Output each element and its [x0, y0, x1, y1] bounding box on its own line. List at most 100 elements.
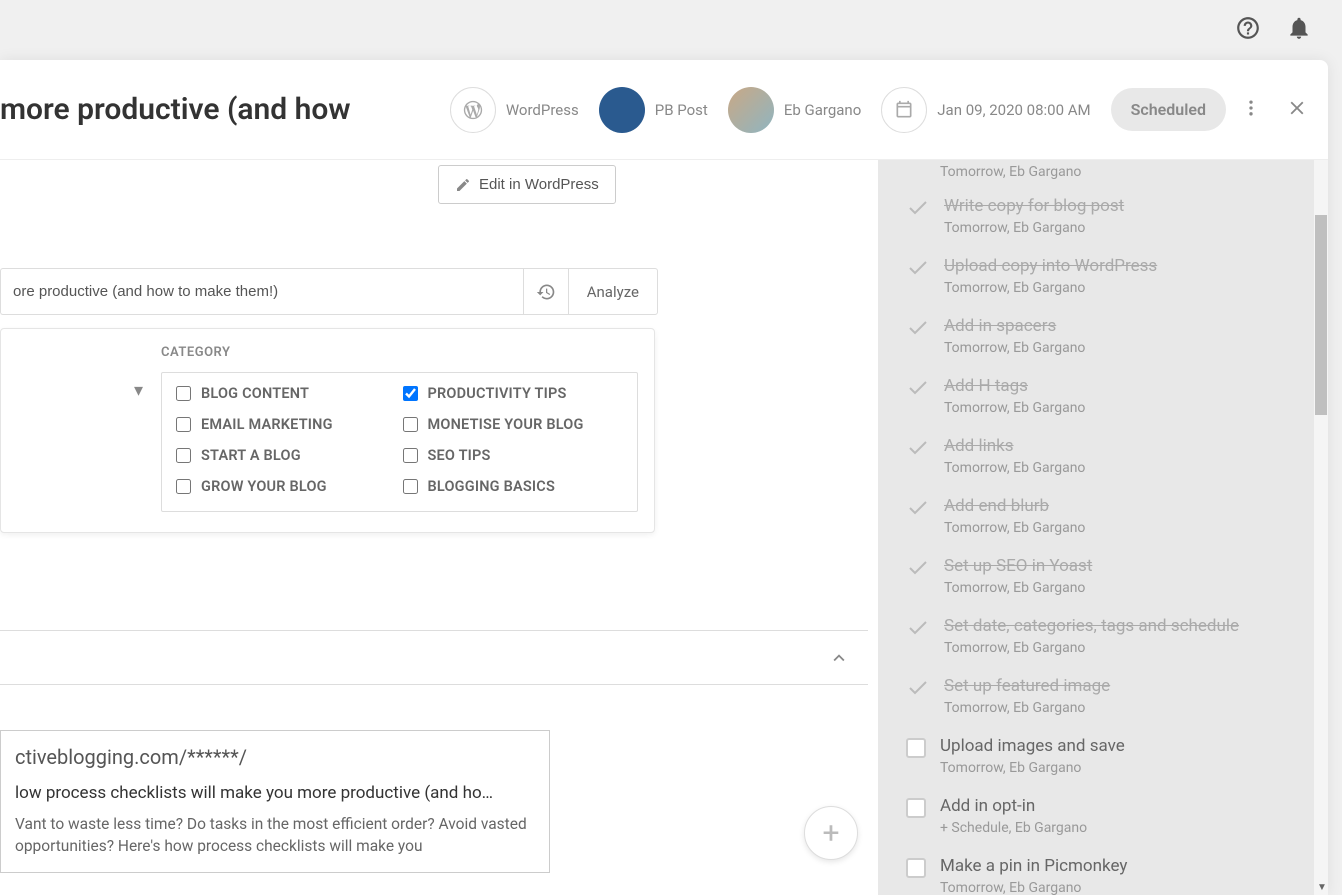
scrollbar-thumb[interactable]	[1315, 215, 1327, 415]
task-meta: Tomorrow, Eb Gargano	[944, 400, 1294, 416]
scroll-down-arrow-icon[interactable]: ▼	[1317, 882, 1327, 893]
task-title: Add links	[944, 436, 1294, 456]
checkmark-icon[interactable]	[906, 376, 930, 400]
task-row[interactable]: Make a pin in Picmonkey Tomorrow, Eb Garg…	[906, 856, 1294, 895]
task-meta: Tomorrow, Eb Gargano	[944, 640, 1294, 656]
analyze-button[interactable]: Analyze	[568, 268, 658, 315]
author-chip[interactable]: Eb Gargano	[728, 87, 861, 133]
category-label: EMAIL MARKETING	[201, 416, 333, 433]
title-input-row: Analyze	[0, 268, 658, 315]
close-icon[interactable]	[1286, 97, 1308, 123]
post-title-fragment: more productive (and how	[0, 92, 351, 127]
task-row[interactable]: Set up SEO in YoastTomorrow, Eb Gargano	[906, 556, 1294, 596]
section-collapse-bar[interactable]	[0, 630, 868, 685]
task-meta: Tomorrow, Eb Gargano	[944, 340, 1294, 356]
platform-chip[interactable]: WordPress	[450, 87, 579, 133]
task-checkbox[interactable]	[906, 798, 926, 818]
task-checkbox[interactable]	[906, 738, 926, 758]
category-checkbox[interactable]	[403, 417, 418, 432]
checkmark-icon[interactable]	[906, 496, 930, 520]
panel-body: Edit in WordPress Analyze ▾ CATEGORY BLO…	[0, 160, 1328, 895]
category-checkbox[interactable]	[403, 386, 418, 401]
category-item[interactable]: BLOGGING BASICS	[403, 478, 624, 495]
checkmark-icon[interactable]	[906, 256, 930, 280]
checkmark-icon[interactable]	[906, 676, 930, 700]
task-meta: Tomorrow, Eb Gargano	[940, 880, 1294, 895]
category-item[interactable]: GROW YOUR BLOG	[176, 478, 397, 495]
task-row[interactable]: Add end blurb Tomorrow, Eb Gargano	[906, 496, 1294, 536]
posttype-chip[interactable]: PB Post	[599, 87, 708, 133]
task-row[interactable]: Set date, categories, tags and schedule T…	[906, 616, 1294, 656]
avatar	[728, 87, 774, 133]
checkmark-icon[interactable]	[906, 196, 930, 220]
task-title: Add end blurb	[944, 496, 1294, 516]
scrollbar[interactable]: ▼	[1314, 160, 1328, 895]
history-icon	[536, 282, 556, 302]
checkmark-icon[interactable]	[906, 556, 930, 580]
wordpress-icon	[450, 87, 496, 133]
panel-header: more productive (and how WordPress PB Po…	[0, 60, 1328, 160]
post-title-input[interactable]	[0, 268, 523, 315]
edit-button-label: Edit in WordPress	[479, 176, 599, 193]
task-row[interactable]: Set up featured imageTomorrow, Eb Gargan…	[906, 676, 1294, 716]
task-checkbox[interactable]	[906, 858, 926, 878]
task-title: Set date, categories, tags and schedule	[944, 616, 1294, 636]
chevron-up-icon	[828, 647, 850, 669]
bell-icon[interactable]	[1286, 15, 1312, 45]
task-list[interactable]: Tomorrow, Eb Gargano Write copy for blog…	[878, 160, 1314, 895]
category-checkbox[interactable]	[176, 479, 191, 494]
right-column: Tomorrow, Eb Gargano Write copy for blog…	[878, 160, 1328, 895]
task-row[interactable]: Add linksTomorrow, Eb Gargano	[906, 436, 1294, 476]
edit-in-wordpress-button[interactable]: Edit in WordPress	[438, 165, 616, 204]
task-title: Upload copy into WordPress	[944, 256, 1294, 276]
seo-description: Vant to waste less time? Do tasks in the…	[15, 813, 535, 858]
task-row[interactable]: Upload copy into WordPressTomorrow, Eb G…	[906, 256, 1294, 296]
seo-preview: ctiveblogging.com/******/ low process ch…	[0, 730, 550, 873]
external-edit-icon	[455, 177, 471, 193]
task-title: Make a pin in Picmonkey	[940, 856, 1294, 876]
task-row[interactable]: Add in opt-in+ Schedule, Eb Gargano	[906, 796, 1294, 836]
dropdown-area[interactable]: ▾	[1, 345, 161, 512]
category-item[interactable]: SEO TIPS	[403, 447, 624, 464]
task-meta: + Schedule, Eb Gargano	[940, 820, 1294, 836]
task-row[interactable]: Write copy for blog postTomorrow, Eb Gar…	[906, 196, 1294, 236]
checkmark-icon[interactable]	[906, 316, 930, 340]
task-title: Write copy for blog post	[944, 196, 1294, 216]
schedule-chip[interactable]: Jan 09, 2020 08:00 AM	[881, 87, 1090, 133]
seo-url: ctiveblogging.com/******/	[15, 745, 535, 769]
checkmark-icon[interactable]	[906, 616, 930, 640]
task-row[interactable]: Upload images and saveTomorrow, Eb Garga…	[906, 736, 1294, 776]
task-meta: Tomorrow, Eb Gargano	[944, 520, 1294, 536]
category-checkbox[interactable]	[176, 417, 191, 432]
task-title: Set up featured image	[944, 676, 1294, 696]
category-checkbox[interactable]	[403, 479, 418, 494]
category-item[interactable]: START A BLOG	[176, 447, 397, 464]
task-row[interactable]: Add in spacersTomorrow, Eb Gargano	[906, 316, 1294, 356]
category-label: START A BLOG	[201, 447, 301, 464]
category-item[interactable]: MONETISE YOUR BLOG	[403, 416, 624, 433]
category-list[interactable]: BLOG CONTENT PRODUCTIVITY TIPS EMAIL MARKE…	[161, 372, 638, 512]
category-item[interactable]: BLOG CONTENT	[176, 385, 397, 402]
checkmark-icon[interactable]	[906, 436, 930, 460]
category-item[interactable]: EMAIL MARKETING	[176, 416, 397, 433]
category-label: GROW YOUR BLOG	[201, 478, 327, 495]
category-checkbox[interactable]	[176, 386, 191, 401]
chevron-down-icon: ▾	[134, 380, 143, 401]
task-meta: Tomorrow, Eb Gargano	[944, 580, 1294, 596]
more-menu-icon[interactable]	[1241, 98, 1261, 122]
schedule-label: Jan 09, 2020 08:00 AM	[937, 101, 1090, 119]
seo-title: low process checklists will make you mor…	[15, 783, 535, 803]
calendar-icon	[881, 87, 927, 133]
category-item[interactable]: PRODUCTIVITY TIPS	[403, 385, 624, 402]
app-top-bar	[0, 0, 1342, 60]
category-label: MONETISE YOUR BLOG	[428, 416, 584, 433]
left-column: Edit in WordPress Analyze ▾ CATEGORY BLO…	[0, 160, 878, 895]
posttype-label: PB Post	[655, 101, 708, 119]
history-button[interactable]	[523, 268, 568, 315]
category-checkbox[interactable]	[176, 448, 191, 463]
category-checkbox[interactable]	[403, 448, 418, 463]
task-row[interactable]: Add H tags Tomorrow, Eb Gargano	[906, 376, 1294, 416]
add-button[interactable]: +	[804, 806, 858, 860]
task-title: Add H tags	[944, 376, 1294, 396]
help-icon[interactable]	[1235, 15, 1261, 45]
